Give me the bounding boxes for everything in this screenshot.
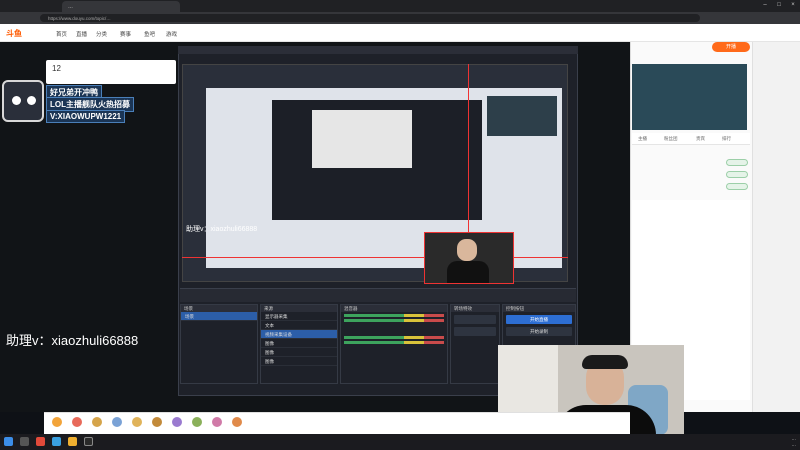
scenes-header: 场景 [181,305,257,312]
chat-message [634,292,746,300]
nav-item-events[interactable]: 赛事 [120,30,131,38]
audio-meter [344,314,444,317]
mixer-dock: 混音器 [340,304,448,384]
webcam-source-selected[interactable] [424,232,514,284]
minimize-icon[interactable]: – [760,2,770,10]
obs-icon[interactable] [84,437,93,446]
source-item[interactable]: 图像 [261,357,337,366]
sidebar-tab[interactable]: 排行 [722,136,731,142]
audio-meter [344,341,444,344]
chat-message [634,282,746,290]
maximize-icon[interactable]: □ [774,2,784,10]
sidebar-tab[interactable]: 主播 [638,136,647,142]
sidebar-tabs: 主播 粉丝团 贵宾 排行 [632,133,750,145]
preview-assistant-text: 助理v：xiaozhuli66888 [186,226,258,233]
right-rail [752,42,800,412]
nav-item-fishbar[interactable]: 鱼吧 [144,30,155,38]
gift-icon[interactable] [52,417,62,427]
chat-message [634,272,746,280]
browser-icon[interactable] [52,437,61,446]
gift-icon[interactable] [192,417,202,427]
mixer-header: 混音器 [341,305,447,312]
gift-icon[interactable] [112,417,122,427]
source-item[interactable]: 视频采集设备 [261,330,337,339]
source-item[interactable]: 显示器采集 [261,312,337,321]
gift-icon[interactable] [92,417,102,427]
list-item[interactable] [640,182,750,192]
recursive-game-view [487,96,557,136]
chat-message [634,262,746,270]
assistant-contact: 助理v：xiaozhuli66888 [6,333,139,348]
scenes-dock: 场景 场景 [180,304,258,384]
chat-announcement [634,204,746,260]
source-item[interactable]: 图像 [261,348,337,357]
windows-taskbar [0,434,800,450]
recursive-capture-deep [312,110,412,168]
nav-item-home[interactable]: 首页 [56,30,67,38]
app-icon[interactable] [36,437,45,446]
nav-item-category[interactable]: 分类 [96,30,107,38]
tab-title: … [68,4,73,10]
start-icon[interactable] [4,437,13,446]
url-field[interactable]: https://www.douyu.com/topic/… [40,14,700,22]
gift-icon[interactable] [132,417,142,427]
streamer-info: 12 [46,60,176,84]
transitions-header: 转场特效 [451,305,499,312]
source-item[interactable]: 图像 [261,339,337,348]
gift-icon[interactable] [72,417,82,427]
mini-game-view[interactable] [632,64,747,130]
gift-icon[interactable] [232,417,242,427]
transition-duration[interactable] [454,327,496,336]
obs-titlebar [178,46,578,54]
wechat-contact: V:XIAOWUPW1221 [46,110,126,123]
nav-item-games[interactable]: 游戏 [166,30,177,38]
transition-select[interactable] [454,315,496,324]
folder-icon[interactable] [68,437,77,446]
start-streaming-button[interactable]: 开始直播 [506,315,572,324]
close-icon[interactable]: × [788,2,798,10]
scene-item[interactable]: 场景 [181,312,257,321]
follow-count: 12 [52,64,61,73]
system-clock: … … [762,436,797,447]
obs-dock-tabs [180,288,576,302]
sources-header: 来源 [261,305,337,312]
sidebar-tab[interactable]: 贵宾 [696,136,705,142]
sidebar-tab[interactable]: 粉丝团 [664,136,678,142]
clock-date: … [791,441,797,447]
gift-icon[interactable] [152,417,162,427]
list-item[interactable] [640,170,750,180]
gift-icon[interactable] [212,417,222,427]
streamer-mascot-avatar [2,80,44,122]
gift-icon[interactable] [172,417,182,427]
audio-meter [344,319,444,322]
source-item[interactable]: 文本 [261,321,337,330]
site-logo[interactable]: 斗鱼 [6,28,44,38]
controls-header: 控制按钮 [503,305,575,312]
nav-item-live[interactable]: 直播 [76,30,87,38]
audio-meter [344,336,444,339]
transitions-dock: 转场特效 [450,304,500,384]
open-live-button[interactable]: 开播 [712,42,750,52]
list-item[interactable] [640,158,750,168]
search-icon[interactable] [20,437,29,446]
start-recording-button[interactable]: 开始录制 [506,327,572,336]
browser-tab[interactable]: … [62,1,180,12]
sources-dock: 来源 显示器采集 文本 视频采集设备 图像 图像 图像 [260,304,338,384]
